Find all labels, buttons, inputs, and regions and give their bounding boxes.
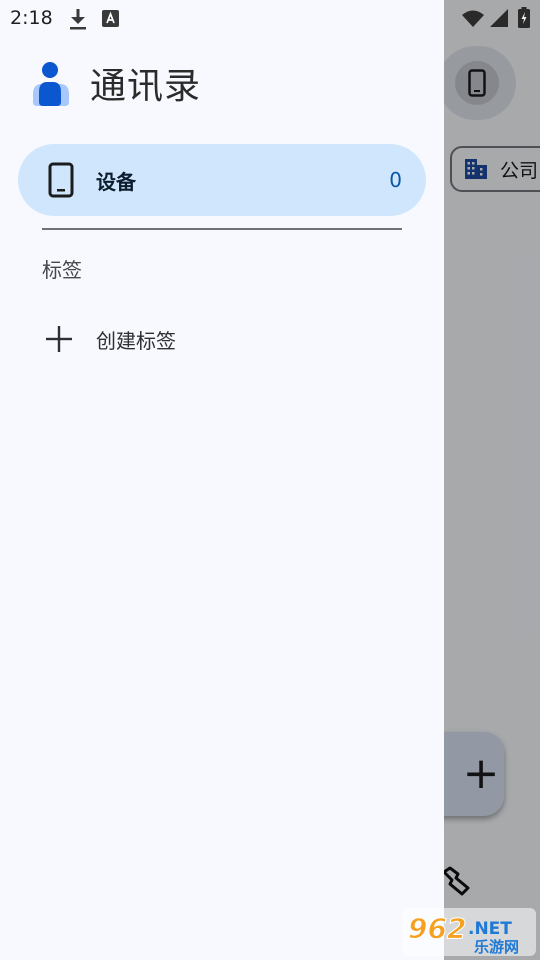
navigation-drawer: 通讯录 设备 0 标签 创建标签 <box>0 0 444 960</box>
nav-item-device-count: 0 <box>389 168 402 192</box>
plus-icon <box>40 320 78 358</box>
signal-icon <box>490 9 508 27</box>
divider <box>42 228 402 230</box>
watermark-chinese: 乐游网 <box>474 938 519 956</box>
drawer-header: 通讯录 <box>30 58 201 108</box>
screen: 公司 + 通讯录 设备 0 标签 创建标签 2:18 962 .NET 乐游网 <box>0 0 540 960</box>
app-title: 通讯录 <box>90 66 202 107</box>
create-label-button[interactable]: 创建标签 <box>40 316 176 362</box>
watermark-number: 962 <box>408 912 466 945</box>
contacts-logo-icon <box>33 62 69 106</box>
nav-item-device-label: 设备 <box>96 169 136 194</box>
battery-icon <box>518 7 530 28</box>
labels-section-heading: 标签 <box>42 258 82 282</box>
create-label-text: 创建标签 <box>96 328 176 353</box>
download-icon <box>70 9 86 30</box>
wifi-icon <box>462 10 484 27</box>
watermark-suffix: .NET <box>468 919 512 939</box>
status-time: 2:18 <box>10 7 53 29</box>
phone-icon <box>48 162 74 198</box>
nav-item-device[interactable]: 设备 0 <box>18 144 426 216</box>
watermark-logo: 962 .NET 乐游网 <box>402 908 536 956</box>
status-bar: 2:18 <box>0 0 540 38</box>
font-a-icon <box>102 10 119 27</box>
